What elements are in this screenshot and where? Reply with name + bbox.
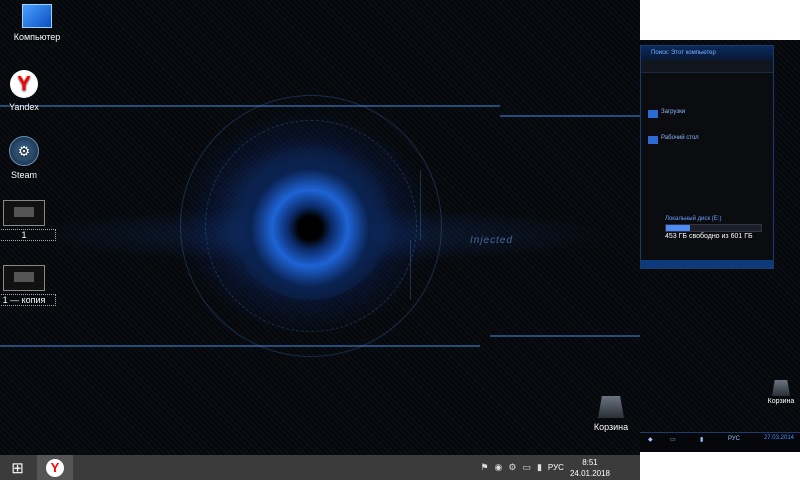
desktop-icon-computer[interactable]: Компьютер	[6, 4, 68, 42]
clock-date: 24.01.2018	[569, 468, 610, 478]
yandex-icon: Y	[46, 458, 64, 477]
taskbar-app-yandex[interactable]: Y	[37, 455, 73, 480]
desktop-icon-label: Корзина	[593, 422, 629, 432]
preview-language: РУС	[728, 436, 741, 442]
steam-tray-icon[interactable]: ⚙	[508, 462, 516, 473]
theme-preview: Поиск: Этот компьютер Загрузки Рабочий с…	[640, 0, 800, 480]
desktop-icon-image-1[interactable]: 1	[0, 200, 56, 241]
clock-time: 8:51	[582, 457, 598, 467]
desktop-icon-steam[interactable]: ⚙ Steam	[0, 136, 55, 180]
wallpaper-code	[420, 170, 521, 240]
drive-free-space: 453 ГБ свободно из 601 ГБ	[665, 233, 753, 240]
desktop-icon-label: Yandex	[9, 102, 39, 112]
clock[interactable]: 8:51 24.01.2018	[570, 457, 610, 479]
folder-icon	[648, 110, 658, 118]
desktop-icon-yandex[interactable]: Y Yandex	[0, 70, 55, 112]
wallpaper-code	[410, 240, 541, 300]
recycle-bin-icon	[598, 396, 624, 418]
wallpaper-stripe	[490, 335, 640, 337]
preview-blank-area	[640, 0, 800, 40]
folder-downloads: Загрузки	[661, 109, 686, 115]
recycle-bin-icon	[772, 380, 790, 396]
yandex-icon: Y	[10, 70, 38, 98]
wallpaper-stripe	[500, 115, 640, 117]
desktop: Injected Компьютер Y Yandex ⚙ Steam 1 1 …	[0, 0, 640, 455]
antivirus-icon[interactable]: ◉	[495, 462, 503, 473]
preview-blank-area	[640, 452, 800, 480]
start-button[interactable]: ⊞	[0, 455, 35, 480]
wallpaper-stripe	[0, 105, 500, 107]
drive-name: Локальный диск (E:)	[665, 216, 722, 222]
desktop-icon-recycle-bin[interactable]: Корзина	[580, 396, 640, 432]
folder-icon	[648, 136, 658, 144]
desktop-icon-label: 1	[0, 229, 56, 241]
preview-recycle-bin-label: Корзина	[767, 398, 795, 405]
preview-explorer-window: Поиск: Этот компьютер Загрузки Рабочий с…	[640, 45, 774, 269]
folder-desktop: Рабочий стол	[661, 135, 699, 141]
language-indicator[interactable]: РУС	[548, 463, 564, 472]
drive-usage-bar	[665, 224, 762, 232]
computer-icon	[22, 4, 52, 28]
preview-taskbar: ◆ ▭ ▮ РУС 27.03.2014	[640, 432, 800, 453]
explorer-title: Поиск: Этот компьютер	[641, 46, 773, 60]
start-icon: ◆	[648, 437, 653, 443]
desktop-icon-image-copy[interactable]: 1 — копия	[0, 265, 56, 306]
preview-clock-date: 27.03.2014	[763, 435, 794, 441]
wallpaper-swirl	[230, 140, 390, 300]
desktop-icon-label: 1 — копия	[0, 294, 56, 306]
desktop-icon-label: Steam	[10, 170, 37, 180]
system-tray: ⚑ ◉ ⚙ ▭ ▮ РУС 8:51 24.01.2018	[480, 455, 610, 480]
image-thumbnail-icon	[3, 200, 45, 226]
drive-usage-fill	[666, 225, 690, 231]
network-icon: ▮	[700, 437, 704, 443]
flag-icon[interactable]: ⚑	[480, 462, 488, 473]
display-icon: ▭	[670, 437, 676, 443]
taskbar: ⊞ Y ⚑ ◉ ⚙ ▭ ▮ РУС 8:51 24.01.2018	[0, 455, 640, 480]
display-icon[interactable]: ▭	[522, 462, 531, 473]
desktop-icon-label: Компьютер	[13, 32, 61, 42]
steam-icon: ⚙	[9, 136, 39, 166]
preview-clock: 27.03.2014	[764, 434, 794, 443]
network-icon[interactable]: ▮	[537, 462, 542, 473]
preview-recycle-bin: Корзина	[765, 380, 797, 405]
image-thumbnail-icon	[3, 265, 45, 291]
explorer-toolbar	[641, 60, 773, 73]
wallpaper-stripe	[0, 345, 480, 347]
explorer-statusbar	[641, 260, 773, 268]
